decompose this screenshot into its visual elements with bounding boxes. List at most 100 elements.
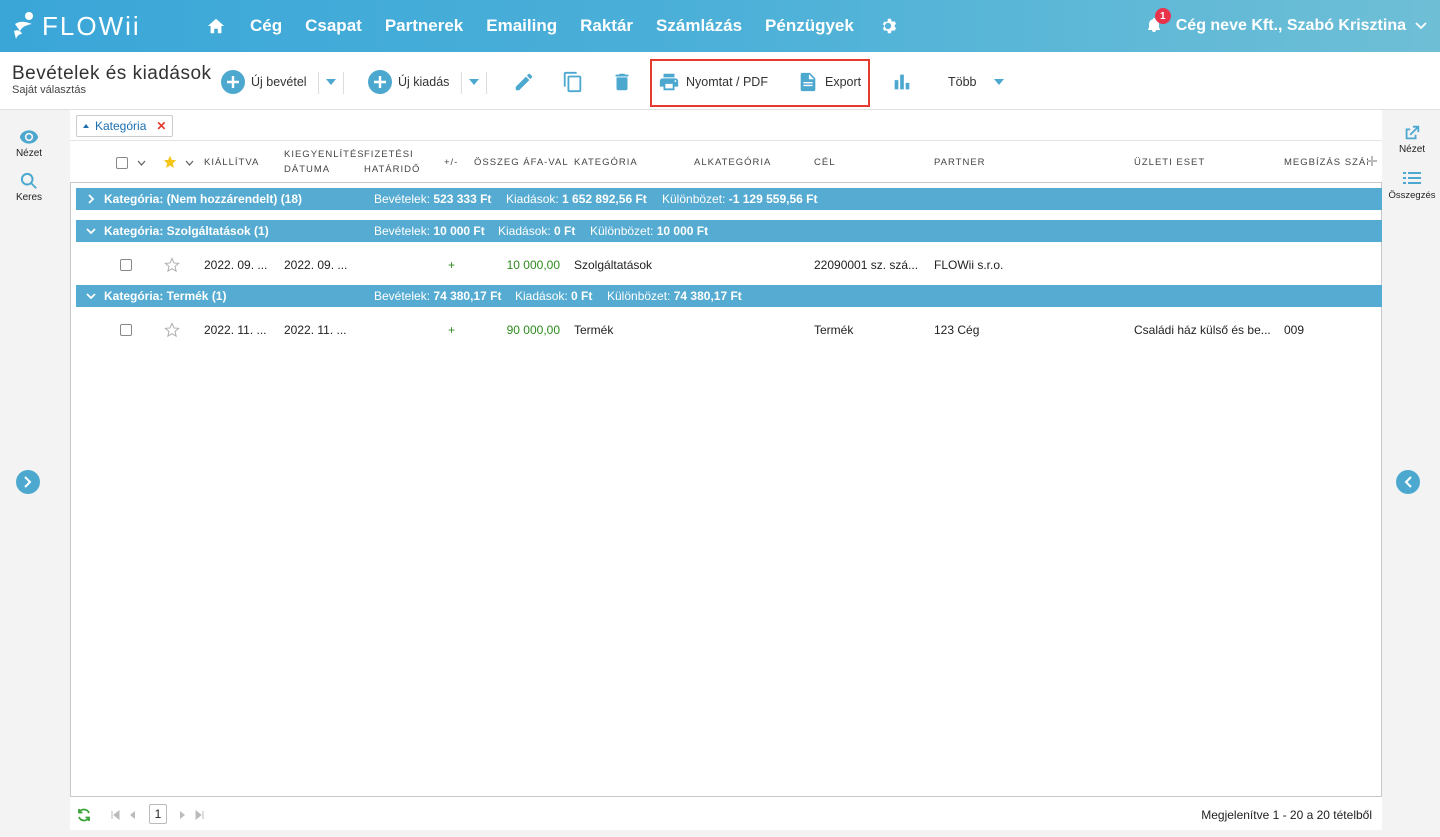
column-header-due-date[interactable]: FIZETÉSI HATÁRIDŐ [364, 147, 420, 177]
chevron-down-icon [86, 293, 96, 300]
column-header-order-number[interactable]: MEGBÍZÁS SZÁM [1284, 155, 1368, 170]
add-column-icon[interactable] [1366, 155, 1378, 167]
row-checkbox[interactable] [120, 324, 132, 336]
page-number-input[interactable]: 1 [149, 804, 167, 824]
home-icon[interactable] [205, 15, 227, 37]
list-icon [1403, 172, 1421, 184]
cell-issued: 2022. 11. ... [204, 323, 267, 337]
column-header-amount[interactable]: ÖSSZEG ÁFA-VAL [474, 155, 569, 170]
filter-chip-category[interactable]: Kategória ✕ [76, 115, 174, 137]
bar-chart-icon[interactable] [890, 70, 914, 94]
toolbar-divider [318, 72, 319, 94]
eye-icon [19, 130, 39, 144]
column-header-goal[interactable]: CÉL [814, 155, 835, 170]
right-view-button[interactable]: Nézet [1384, 124, 1440, 155]
chevron-down-icon[interactable] [1414, 19, 1428, 33]
nav-item-penzugyek[interactable]: Pénzügyek [765, 16, 854, 36]
new-expense-dropdown[interactable] [467, 72, 481, 92]
cell-category: Szolgáltatások [574, 258, 653, 272]
group-expense: Kiadások: 1 652 892,56 Ft [506, 192, 647, 206]
next-page-icon[interactable] [177, 810, 187, 820]
left-search-button[interactable]: Keres [0, 172, 58, 203]
refresh-icon[interactable] [76, 807, 92, 823]
cell-sign: + [448, 258, 456, 272]
cell-order-number: 009 [1284, 323, 1305, 337]
logo-text: FLOWii [42, 10, 141, 41]
first-page-icon[interactable] [111, 810, 121, 820]
caret-down-icon [469, 79, 479, 85]
more-button[interactable]: Több [948, 69, 977, 95]
left-view-button[interactable]: Nézet [0, 128, 58, 159]
user-menu[interactable]: 1 Cég neve Kft., Szabó Krisztina [1146, 0, 1428, 52]
nav-item-raktar[interactable]: Raktár [580, 16, 633, 36]
right-summary-button[interactable]: Összegzés [1384, 170, 1440, 201]
chevron-down-icon[interactable] [137, 160, 146, 166]
expand-right-panel-button[interactable] [1396, 470, 1420, 494]
column-header-partner[interactable]: PARTNER [934, 155, 986, 170]
nav-item-emailing[interactable]: Emailing [486, 16, 557, 36]
trash-icon[interactable] [610, 70, 634, 94]
group-difference: Különbözet: 74 380,17 Ft [607, 289, 742, 303]
new-income-button[interactable]: Új bevétel [221, 69, 307, 95]
grid-footer: 1 Megjelenítve 1 - 20 a 20 tételből [70, 800, 1382, 830]
group-difference: Különbözet: 10 000 Ft [590, 224, 709, 238]
group-difference: Különbözet: -1 129 559,56 Ft [662, 192, 818, 206]
row-checkbox[interactable] [120, 259, 132, 271]
column-header-settlement[interactable]: KIEGYENLÍTÉS DÁTUMA [284, 147, 365, 177]
table-header: KIÁLLÍTVA KIEGYENLÍTÉS DÁTUMA FIZETÉSI H… [70, 140, 1382, 182]
main-nav: Cég Csapat Partnerek Emailing Raktár Szá… [205, 0, 922, 52]
more-dropdown[interactable] [992, 72, 1006, 92]
nav-item-ceg[interactable]: Cég [250, 16, 282, 36]
left-search-label: Keres [15, 192, 43, 203]
table-row[interactable]: 2022. 09. ... 2022. 09. ... + 10 000,00 … [71, 249, 1381, 281]
gear-icon[interactable] [877, 15, 899, 37]
remove-filter-icon[interactable]: ✕ [156, 119, 166, 133]
right-summary-label: Összegzés [1388, 190, 1436, 201]
chevron-down-icon[interactable] [185, 160, 194, 166]
cell-goal: 22090001 sz. szá... [814, 258, 919, 272]
star-outline-icon[interactable] [164, 322, 180, 338]
cell-partner: FLOWii s.r.o. [934, 258, 1004, 272]
star-outline-icon[interactable] [164, 257, 180, 273]
group-row-unassigned[interactable]: Kategória: (Nem hozzárendelt) (18) Bevét… [76, 188, 1382, 210]
column-header-issued[interactable]: KIÁLLÍTVA [204, 155, 259, 170]
flowii-logo[interactable]: FLOWii [12, 10, 141, 42]
last-page-icon[interactable] [194, 810, 204, 820]
select-all-checkbox[interactable] [116, 157, 128, 169]
group-row-services[interactable]: Kategória: Szolgáltatások (1) Bevételek:… [76, 220, 1382, 242]
bell-icon[interactable]: 1 [1146, 8, 1171, 35]
column-header-due-line2: HATÁRIDŐ [364, 164, 421, 175]
group-row-product[interactable]: Kategória: Termék (1) Bevételek: 74 380,… [76, 285, 1382, 307]
table-row[interactable]: 2022. 11. ... 2022. 11. ... + 90 000,00 … [71, 314, 1381, 346]
expand-left-panel-button[interactable] [16, 470, 40, 494]
cell-amount: 90 000,00 [506, 323, 560, 337]
user-name[interactable]: Cég neve Kft., Szabó Krisztina [1176, 17, 1406, 35]
group-expense: Kiadások: 0 Ft [498, 224, 576, 238]
chevron-down-icon [86, 228, 96, 235]
column-header-sign[interactable]: +/- [444, 155, 458, 170]
column-header-category[interactable]: KATEGÓRIA [574, 155, 638, 170]
main-panel: Kategória ✕ KIÁLLÍTVA KIEGYENLÍTÉS DÁTUM… [70, 110, 1382, 830]
group-income: Bevételek: 10 000 Ft [374, 224, 485, 238]
column-header-due-line1: FIZETÉSI [364, 149, 414, 160]
top-navigation-bar: FLOWii Cég Csapat Partnerek Emailing Rak… [0, 0, 1440, 52]
new-expense-button[interactable]: Új kiadás [368, 69, 449, 95]
external-link-icon [1405, 125, 1420, 140]
column-header-subcategory[interactable]: ALKATEGÓRIA [694, 155, 771, 170]
new-expense-label: Új kiadás [398, 75, 450, 89]
cell-settlement: 2022. 11. ... [284, 323, 347, 337]
group-income: Bevételek: 74 380,17 Ft [374, 289, 502, 303]
left-sidebar: Nézet Keres [0, 110, 58, 837]
nav-item-csapat[interactable]: Csapat [305, 16, 362, 36]
copy-icon[interactable] [561, 70, 585, 94]
new-income-dropdown[interactable] [324, 72, 338, 92]
nav-item-partnerek[interactable]: Partnerek [385, 16, 463, 36]
nav-item-szamlazas[interactable]: Számlázás [656, 16, 742, 36]
page-subtitle: Saját választás [12, 84, 86, 96]
group-label: Kategória: Termék (1) [104, 289, 227, 303]
previous-page-icon[interactable] [128, 810, 138, 820]
toolbar-divider [486, 72, 487, 94]
edit-icon[interactable] [512, 70, 536, 94]
star-filled-icon[interactable] [163, 155, 177, 169]
column-header-business-case[interactable]: ÜZLETI ESET [1134, 155, 1205, 170]
